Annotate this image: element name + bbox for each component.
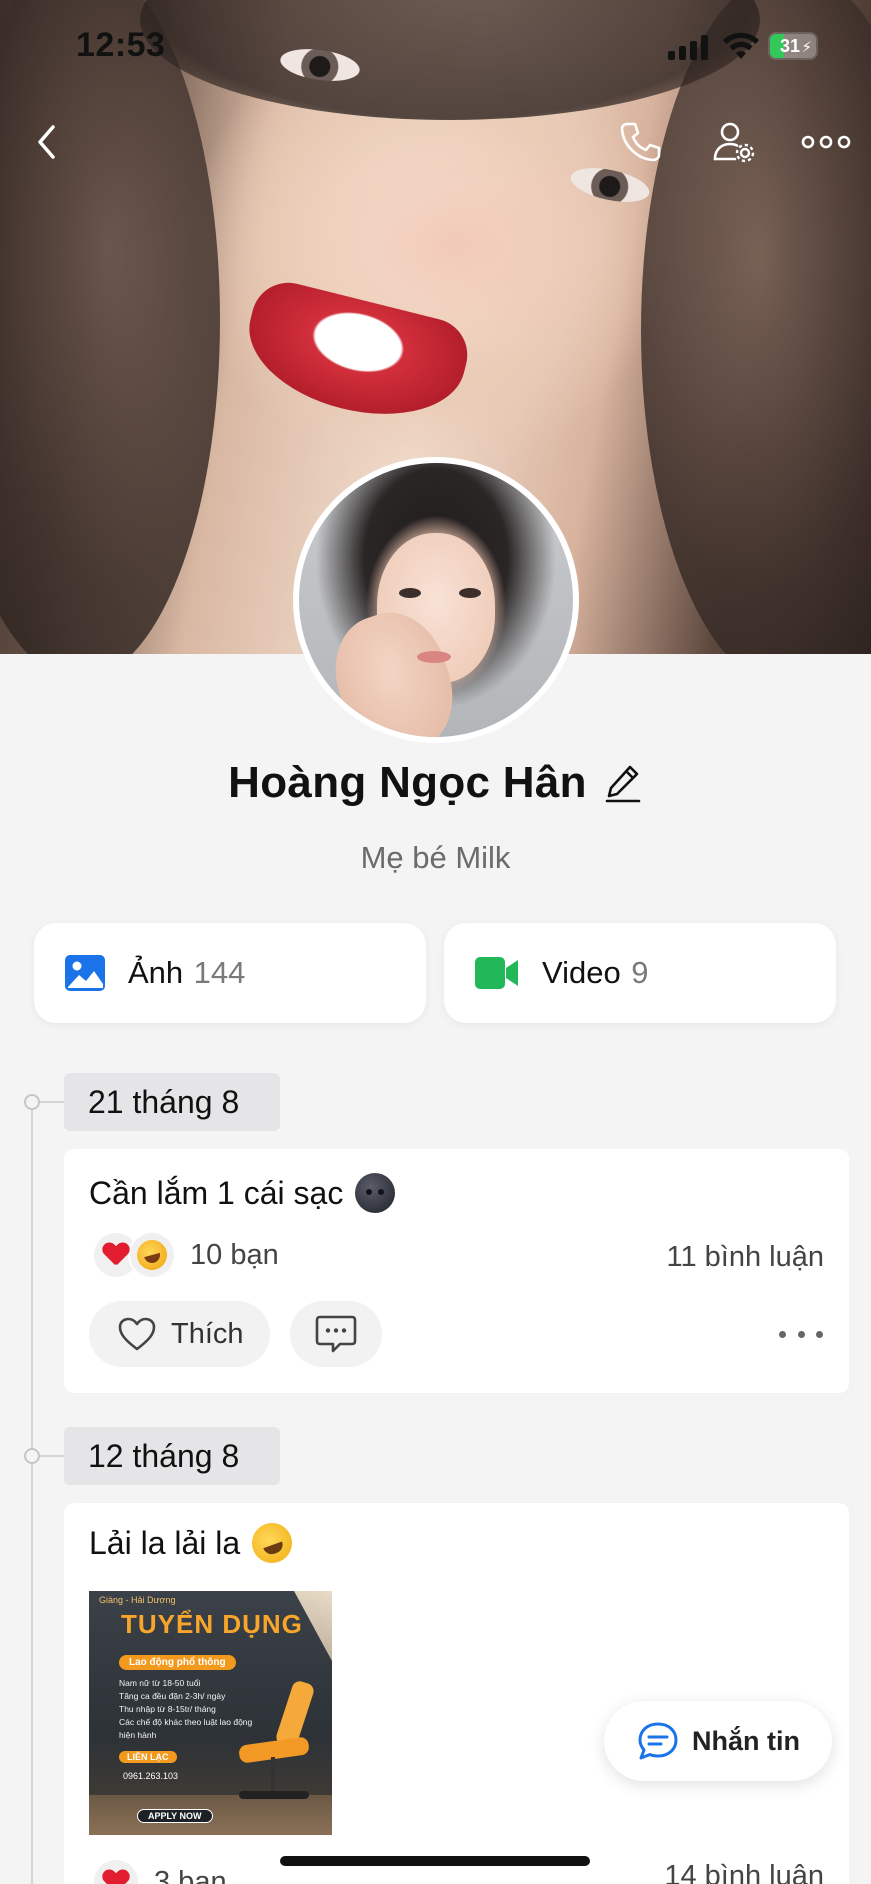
photos-card[interactable]: Ảnh 144 [34,923,426,1023]
cover-eye-right [567,162,653,208]
video-camera-icon [475,957,518,989]
heart-reaction-icon [92,1858,140,1884]
avatar-eye-left [399,588,421,598]
photos-count: 144 [193,955,246,990]
message-button[interactable]: Nhắn tin [604,1701,832,1781]
timeline-line [31,1102,33,1884]
avatar[interactable] [293,457,579,743]
post-card[interactable]: Cần lắm 1 cái sạc 10 bạn 11 bình luận Th… [64,1149,849,1393]
post-more-icon[interactable] [779,1324,823,1344]
post-image-recruitment[interactable]: Giàng - Hải Dương TUYỂN DỤNG Lao động ph… [89,1591,332,1835]
new-moon-face-emoji-icon [355,1173,396,1213]
edit-name-button[interactable] [603,761,643,805]
charging-bolt-icon: ⚡ [801,39,812,56]
battery-icon: 31 ⚡ [768,32,818,60]
status-time: 12:53 [76,26,166,64]
post-text-row: Lải la lải la [89,1517,298,1569]
profile-bio: Mẹ bé Milk [360,840,511,875]
home-indicator [280,1856,590,1866]
avatar-eye-right [459,588,481,598]
reaction-count: 3 bạn [154,1865,227,1884]
pencil-icon [605,765,641,803]
post-text: Cần lắm 1 cái sạc [89,1174,344,1211]
videos-label: Video [542,955,621,990]
ad-phone: 0961.263.103 [123,1771,179,1781]
ad-line: Tăng ca đều đặn 2-3h/ ngày [119,1691,226,1701]
reaction-summary[interactable]: 3 bạn [92,1858,227,1884]
timeline-dot [24,1448,40,1464]
comment-count-link[interactable]: 14 bình luận [664,1860,824,1884]
ad-apply-label: APPLY NOW [137,1809,213,1823]
like-label: Thích [171,1317,244,1350]
ad-line: hiện hành [119,1730,157,1740]
cover-hair-right [641,0,871,654]
rolling-laughing-emoji-icon [246,1517,298,1569]
back-button[interactable] [20,116,72,168]
photo-icon [65,955,105,991]
status-bar: 12:53 31 ⚡ [0,0,871,96]
photos-label: Ảnh [128,955,184,990]
profile-settings-button[interactable] [708,116,760,168]
videos-count: 9 [631,955,649,990]
cover-hair-left [0,0,220,654]
profile-name: Hoàng Ngọc Hân [228,758,587,807]
post-card[interactable]: Lải la lải la Giàng - Hải Dương TUYỂN DỤ… [64,1503,849,1884]
comment-button[interactable] [289,1301,382,1367]
message-button-label: Nhắn tin [692,1725,800,1756]
avatar-mouth [417,651,451,663]
date-chip: 12 tháng 8 [64,1427,280,1485]
call-button[interactable] [614,116,666,168]
user-gear-icon [713,122,755,163]
reaction-count: 10 bạn [190,1238,279,1271]
profile-name-row: Hoàng Ngọc Hân [0,758,871,808]
videos-card[interactable]: Video 9 [444,923,836,1023]
ad-tag: Lao động phổ thông [119,1655,236,1670]
more-options-button[interactable] [800,116,852,168]
reaction-summary[interactable]: 10 bạn [92,1231,279,1279]
post-text-row: Cần lắm 1 cái sạc [89,1173,396,1213]
heart-outline-icon [118,1317,156,1351]
signal-icon [668,34,710,60]
chevron-left-icon [38,125,55,159]
more-horizontal-icon [801,135,851,149]
chair-base [239,1791,309,1799]
like-button[interactable]: Thích [89,1301,270,1367]
timeline-dot [24,1094,40,1110]
comment-count-link[interactable]: 11 bình luận [667,1241,825,1274]
wifi-icon [723,32,759,59]
post-text: Lải la lải la [89,1524,241,1561]
ad-contact-label: LIÊN LẠC [119,1751,177,1763]
laugh-reaction-icon [128,1231,176,1279]
ad-location: Giàng - Hải Dương [99,1595,176,1605]
comment-bubble-icon [315,1315,356,1353]
post-actions: Thích [89,1301,382,1367]
ad-line: Thu nhập từ 8-15tr/ tháng [119,1704,216,1714]
ad-line: Nam nữ từ 18-50 tuổi [119,1678,201,1688]
date-chip: 21 tháng 8 [64,1073,280,1131]
timeline-connector [40,1101,64,1103]
phone-icon [620,122,661,162]
chat-bubble-icon [638,1722,678,1760]
ad-line: Các chế độ khác theo luật lao động [119,1717,253,1727]
timeline-connector [40,1455,64,1457]
ad-requirements: Nam nữ từ 18-50 tuổi Tăng ca đều đặn 2-3… [119,1677,252,1742]
ad-title: TUYỂN DỤNG [121,1609,303,1639]
chair-leg [271,1757,275,1793]
cover-lips [234,275,476,435]
